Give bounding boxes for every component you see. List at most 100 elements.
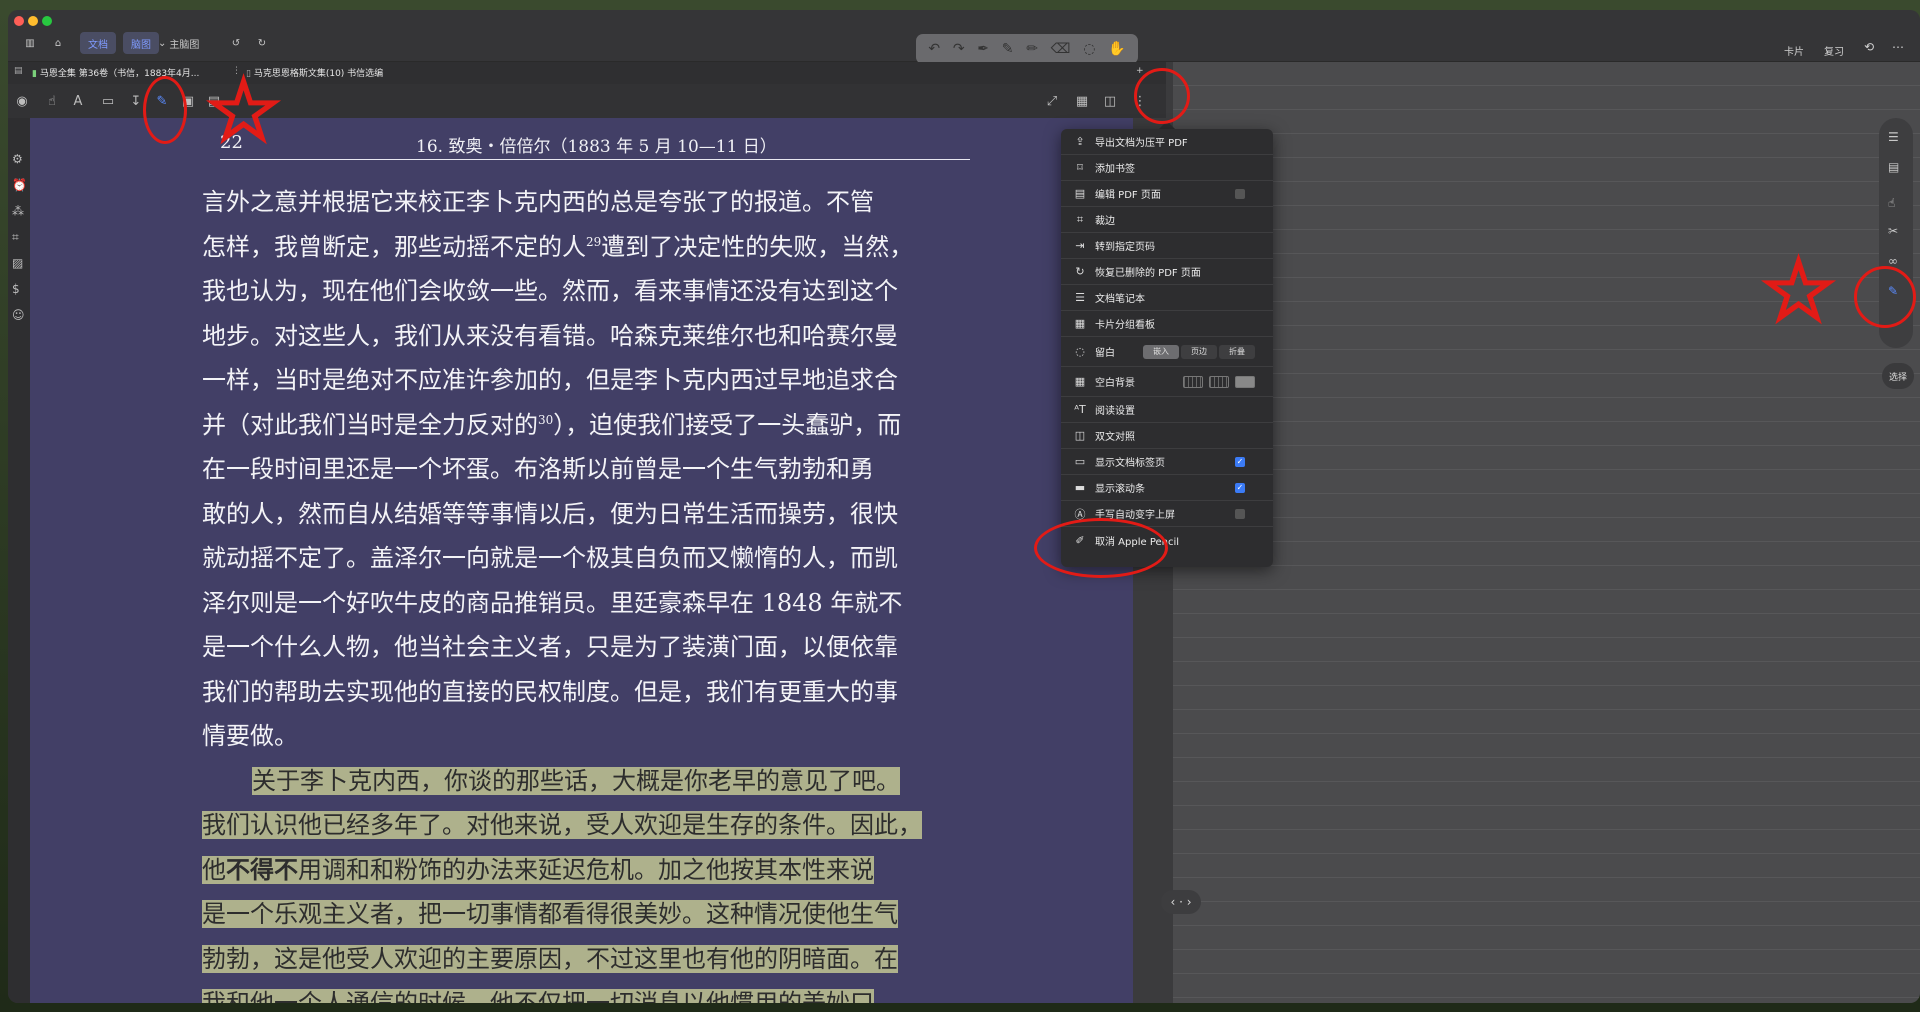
background-options[interactable] [1183,375,1255,388]
menu-item-restore[interactable]: ↻ 恢复已删除的 PDF 页面 [1061,259,1273,285]
lasso-icon[interactable]: ◌ [1083,41,1095,57]
footnote-ref[interactable]: 29 [586,235,601,249]
highlighted-line[interactable]: 我们认识他已经多年了。对他来说，受人欢迎是生存的条件。因此， [202,803,982,848]
menu-item-bookmark[interactable]: ⌑ 添加书签 [1061,155,1273,181]
pen-icon[interactable]: ✒ [977,41,989,57]
tab-document-1-label: 马恩全集 第36卷（书信，1883年4月... [39,69,200,79]
tab-icon: ▭ [1074,455,1086,468]
map-mode-button[interactable]: 脑图 [123,32,159,54]
alarm-icon[interactable]: ⏰ [12,178,27,192]
doc-icon: ▮ [32,69,37,79]
tab-document-1[interactable]: ▮ 马恩全集 第36卷（书信，1883年4月... [32,66,199,79]
menu-item-notebook[interactable]: ☰ 文档笔记本 [1061,285,1273,311]
left-tool-rail: ⚙ ⏰ ⁂ ⌗ ▨ $ ☺ [8,118,30,1003]
show-tabs-checkbox[interactable]: ✓ [1235,456,1245,467]
gallery-icon[interactable]: ▨ [12,256,23,270]
card-button[interactable]: 卡片 [1784,43,1804,58]
menu-item-blank-bg[interactable]: ▦ 空白背景 [1061,367,1273,397]
menu-item-reading[interactable]: ᴬT 阅读设置 [1061,397,1273,423]
hand-icon[interactable]: ✋ [1108,41,1125,57]
margin-icon: ◌ [1075,345,1085,358]
handwriting-toggle[interactable] [1235,508,1245,519]
text-line: 是一个什么人物，他当社会主义者，只是为了装潢门面，以便依靠 [202,633,898,661]
bg-option-3[interactable] [1235,375,1255,388]
refresh-icon[interactable]: ↻ [252,32,272,54]
margin-option-embed[interactable]: 嵌入 [1143,344,1179,359]
hand-tool-icon[interactable]: ☝ [44,94,60,109]
highlighted-line[interactable]: 他不得不用调和和粉饰的办法来延迟危机。加之他按其本性来说 [202,848,982,893]
sidebar-toggle-icon[interactable]: ▥ [20,32,40,54]
note-icon[interactable]: ↧ [128,94,144,109]
pencil-toolbar: ↶ ↷ ✒ ✎ ✏ ⌫ ◌ ✋ [916,34,1138,64]
minimize-window-button[interactable] [28,16,38,26]
text-line: 一样，当时是绝对不应准许参加的，但是李卜克内西过早地追求合 [202,366,898,394]
select-button[interactable]: 选择 [1882,363,1914,389]
menu-item-card-board[interactable]: ▦ 卡片分组看板 [1061,311,1273,337]
menu-item-crop[interactable]: ⌗ 裁边 [1061,207,1273,233]
highlighted-line[interactable]: 是一个乐观主义者，把一切事情都看得很美妙。这种情况使他生气 [202,892,982,937]
mindmap-dropdown[interactable]: ⌄ 主脑图 [158,32,199,54]
document-tab-bar: ▤ ▮ 马恩全集 第36卷（书信，1883年4月... ⋮ ▯ 马克思恩格斯文集… [8,62,1166,84]
menu-item-export[interactable]: ⇪ 导出文档为压平 PDF [1061,129,1273,155]
page-nav-control[interactable]: ‹ · › [1161,890,1201,914]
menu-item-goto-page[interactable]: ⇥ 转到指定页码 [1061,233,1273,259]
sync-icon[interactable]: ⟲ [1864,40,1874,54]
doc-outline-icon[interactable]: ▦ [1074,94,1090,109]
page-header: 22 16. 致奥・倍倍尔（1883 年 5 月 10—11 日） [220,132,970,160]
bg-option-1[interactable] [1183,375,1203,388]
more-icon[interactable]: ⋯ [1892,40,1904,54]
menu-item-show-scrollbar[interactable]: ▬ 显示滚动条 ✓ [1061,475,1273,501]
fullscreen-icon[interactable]: ⤢ [1044,94,1060,109]
review-button[interactable]: 复习 [1824,43,1844,58]
dollar-icon[interactable]: $ [12,282,20,296]
scan-icon[interactable]: ⌗ [12,230,19,245]
highlighter-icon[interactable]: ✎ [1002,41,1014,57]
footnote-ref[interactable]: 30 [538,413,553,427]
eraser-icon[interactable]: ⌫ [1051,41,1071,57]
split-view-icon[interactable]: ◫ [1102,94,1118,109]
margin-option-fold[interactable]: 折叠 [1219,344,1255,359]
compare-icon: ◫ [1074,429,1086,442]
close-window-button[interactable] [14,16,24,26]
margin-segmented-control[interactable]: 嵌入 页边 折叠 [1143,344,1255,359]
edit-pdf-toggle[interactable] [1235,188,1245,199]
page-running-title: 16. 致奥・倍倍尔（1883 年 5 月 10—11 日） [416,137,777,157]
bg-option-2[interactable] [1209,375,1229,388]
scissors-icon[interactable]: ✂ [1888,224,1898,238]
edit-pdf-icon: ▤ [1074,187,1086,200]
zoom-window-button[interactable] [42,16,52,26]
menu-item-edit-pdf[interactable]: ▤ 编辑 PDF 页面 [1061,181,1273,207]
highlighted-line[interactable]: 勃勃，这是他受人欢迎的主要原因，不过这里也有他的阴暗面。在 [202,937,982,982]
list-icon[interactable]: ☰ [1888,130,1899,144]
scrollbar-icon: ▬ [1074,481,1086,494]
smile-icon[interactable]: ☺ [12,308,25,322]
menu-item-show-tabs[interactable]: ▭ 显示文档标签页 ✓ [1061,449,1273,475]
mindmap-canvas[interactable] [1173,62,1920,1003]
menu-item-compare[interactable]: ◫ 双文对照 [1061,423,1273,449]
highlighted-line[interactable]: 关于李卜克内西，你谈的那些话，大概是你老早的意见了吧。 [202,759,982,804]
undo-pen-icon[interactable]: ↶ [928,41,940,57]
undo-icon[interactable]: ↺ [226,32,246,54]
library-icon[interactable]: ⌂ [48,32,68,54]
tab-list-icon[interactable]: ▤ [14,66,23,76]
mindmap-label: 主脑图 [169,39,200,51]
pointer-icon[interactable]: ☝ [1888,196,1895,210]
nodes-icon[interactable]: ⁂ [12,204,24,218]
marker-icon[interactable]: ✏ [1026,41,1038,57]
area-extract-icon[interactable]: ▭ [100,94,116,109]
show-scrollbar-checkbox[interactable]: ✓ [1235,482,1245,493]
margin-option-page-edge[interactable]: 页边 [1181,344,1217,359]
chevron-down-icon: ⌄ [158,37,167,49]
app-window: ▥ ⌂ 文档 脑图 ⌄ 主脑图 ↺ ↻ ↶ ↷ ✒ ✎ ✏ ⌫ ◌ ✋ 卡片 复… [8,10,1920,1003]
redo-pen-icon[interactable]: ↷ [953,41,965,57]
cards-icon[interactable]: ▤ [1888,160,1899,174]
gear-icon[interactable]: ⚙ [12,152,23,166]
highlighted-line[interactable]: 我和他一个人通信的时候，他不仅把一切消息以他惯用的美妙口 [202,981,982,1003]
text-line: 泽尔则是一个好吹牛皮的商品推销员。里廷豪森早在 1848 年就不 [202,588,903,617]
menu-item-margin[interactable]: ◌ 留白 嵌入 页边 折叠 [1061,337,1273,367]
grid-icon: ▦ [1074,375,1086,388]
doc-mode-button[interactable]: 文档 [80,32,116,54]
text-extract-icon[interactable]: A [70,94,86,109]
eye-icon[interactable]: ◉ [14,94,30,109]
pdf-page[interactable]: 22 16. 致奥・倍倍尔（1883 年 5 月 10—11 日） 言外之意并根… [30,118,1133,1003]
